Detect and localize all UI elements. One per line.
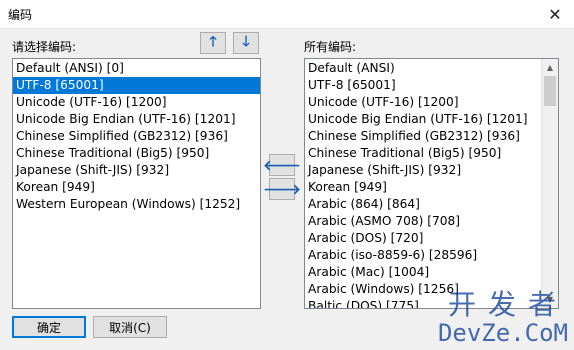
encoding-item[interactable]: Arabic (iso-8859-6) [28596] <box>305 247 558 264</box>
selected-encoding-item[interactable]: Default (ANSI) [0] <box>13 60 260 77</box>
encoding-item[interactable]: Unicode (UTF-16) [1200] <box>305 94 558 111</box>
encoding-item[interactable]: Default (ANSI) <box>305 60 558 77</box>
arrow-left-icon: 🡐 <box>263 157 301 174</box>
move-up-button[interactable]: 🡑 <box>200 32 226 54</box>
selected-encoding-item[interactable]: Chinese Simplified (GB2312) [936] <box>13 128 260 145</box>
scroll-down-icon[interactable]: ▼ <box>542 291 558 308</box>
move-down-button[interactable]: 🡓 <box>233 32 259 54</box>
selected-encodings-list[interactable]: Default (ANSI) [0] UTF-8 [65001] Unicode (… <box>12 58 261 309</box>
arrow-up-icon: 🡑 <box>209 34 217 50</box>
remove-encoding-button[interactable]: 🡐 <box>263 154 301 176</box>
encoding-item[interactable]: Unicode Big Endian (UTF-16) [1201] <box>305 111 558 128</box>
selected-encoding-item[interactable]: Unicode Big Endian (UTF-16) [1201] <box>13 111 260 128</box>
encoding-item[interactable]: Arabic (864) [864] <box>305 196 558 213</box>
selected-encoding-item[interactable]: Western European (Windows) [1252] <box>13 196 260 213</box>
encoding-item[interactable]: Arabic (Windows) [1256] <box>305 281 558 298</box>
encoding-item[interactable]: Chinese Simplified (GB2312) [936] <box>305 128 558 145</box>
encoding-item[interactable]: Korean [949] <box>305 179 558 196</box>
selected-encoding-item[interactable]: Unicode (UTF-16) [1200] <box>13 94 260 111</box>
window-title: 编码 <box>8 8 33 22</box>
add-encoding-button[interactable]: 🡒 <box>263 178 301 200</box>
all-encodings-label: 所有编码: <box>304 40 357 54</box>
encoding-item[interactable]: Chinese Traditional (Big5) [950] <box>305 145 558 162</box>
close-button[interactable]: ✕ <box>544 3 566 25</box>
encoding-item[interactable]: Arabic (ASMO 708) [708] <box>305 213 558 230</box>
ok-button[interactable]: 确定 <box>12 316 86 338</box>
arrow-down-icon: 🡓 <box>242 34 250 50</box>
scroll-thumb[interactable] <box>544 76 556 106</box>
encoding-item[interactable]: Arabic (Mac) [1004] <box>305 264 558 281</box>
encoding-item[interactable]: Japanese (Shift-JIS) [932] <box>305 162 558 179</box>
selected-encoding-item[interactable]: Korean [949] <box>13 179 260 196</box>
all-encodings-scrollbar[interactable]: ▲ ▼ <box>541 59 558 308</box>
cancel-button[interactable]: 取消(C) <box>93 316 167 338</box>
scroll-up-icon[interactable]: ▲ <box>542 59 558 76</box>
selected-encoding-item[interactable]: UTF-8 [65001] <box>13 77 260 94</box>
title-bar: 编码 ✕ <box>0 0 574 29</box>
watermark-line2: DevZe.CoM <box>437 319 568 347</box>
selected-encoding-item[interactable]: Chinese Traditional (Big5) [950] <box>13 145 260 162</box>
all-encodings-list[interactable]: Default (ANSI) UTF-8 [65001] Unicode (UTF-… <box>304 58 559 309</box>
selected-encoding-item[interactable]: Japanese (Shift-JIS) [932] <box>13 162 260 179</box>
encoding-item[interactable]: Arabic (DOS) [720] <box>305 230 558 247</box>
selected-encodings-label: 请选择编码: <box>12 40 77 54</box>
encoding-item[interactable]: Baltic (DOS) [775] <box>305 298 558 308</box>
arrow-right-icon: 🡒 <box>263 181 301 198</box>
encoding-item[interactable]: UTF-8 [65001] <box>305 77 558 94</box>
